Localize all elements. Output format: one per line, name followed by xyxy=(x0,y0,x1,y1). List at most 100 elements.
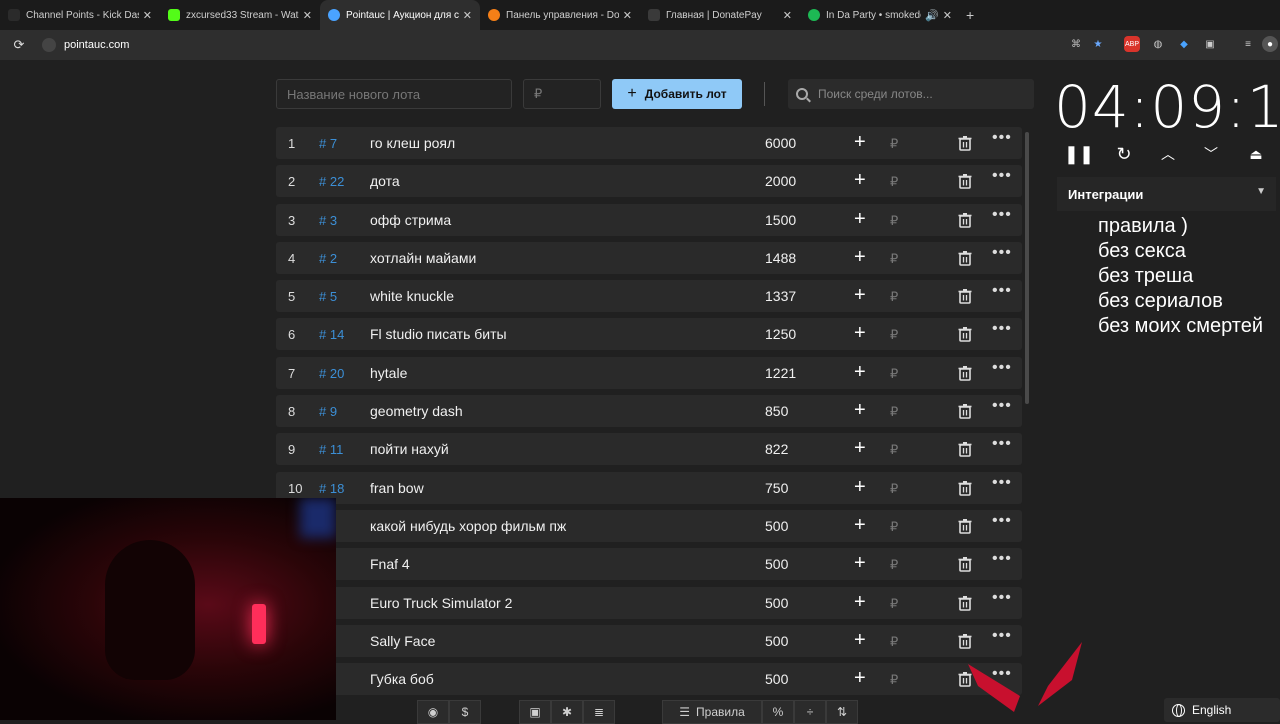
plus-icon[interactable]: + xyxy=(854,131,866,154)
lot-amount[interactable]: 500 xyxy=(765,595,788,611)
chevron-down-icon[interactable]: ﹀ xyxy=(1197,140,1225,168)
lot-amount[interactable]: 1250 xyxy=(765,326,796,342)
url-text[interactable]: pointauc.com xyxy=(64,39,129,51)
close-icon[interactable]: ✕ xyxy=(943,9,952,22)
currency-icon[interactable]: ₽ xyxy=(890,366,898,382)
lot-name[interactable]: fran bow xyxy=(370,480,424,496)
collapse-icon[interactable]: ⏏ xyxy=(1242,140,1270,168)
extension-icon[interactable]: ◆ xyxy=(1176,36,1192,52)
bug-icon[interactable]: ✱ xyxy=(551,700,583,724)
translate-icon[interactable]: ⌘ xyxy=(1068,36,1084,52)
currency-icon[interactable]: ₽ xyxy=(890,213,898,229)
plus-icon[interactable]: + xyxy=(854,667,866,690)
currency-icon[interactable]: ₽ xyxy=(890,442,898,458)
lot-search-input[interactable]: Поиск среди лотов... xyxy=(788,79,1034,109)
integrations-panel[interactable]: Интеграции ▼ xyxy=(1057,177,1276,211)
more-options-icon[interactable]: ••• xyxy=(992,512,1012,530)
currency-icon[interactable]: ₽ xyxy=(890,136,898,152)
lot-amount[interactable]: 1500 xyxy=(765,212,796,228)
lot-name[interactable]: Euro Truck Simulator 2 xyxy=(370,595,512,611)
trash-icon[interactable] xyxy=(957,326,973,343)
lot-amount[interactable]: 6000 xyxy=(765,135,796,151)
lot-amount[interactable]: 850 xyxy=(765,403,788,419)
currency-icon[interactable]: ₽ xyxy=(890,672,898,688)
lot-amount[interactable]: 500 xyxy=(765,671,788,687)
browser-tab-active[interactable]: Pointauc | Аукцион для стримера ✕ xyxy=(320,0,480,30)
close-icon[interactable]: ✕ xyxy=(303,9,312,22)
restart-icon[interactable]: ↻ xyxy=(1110,140,1138,168)
browser-tab[interactable]: Channel Points - Kick Dashboard ✕ xyxy=(0,0,160,30)
plus-icon[interactable]: + xyxy=(854,629,866,652)
currency-icon[interactable]: ₽ xyxy=(890,557,898,573)
chevron-down-icon[interactable]: ▼ xyxy=(1256,186,1266,197)
browser-tab[interactable]: zxcursed33 Stream - Watch Live ✕ xyxy=(160,0,320,30)
more-options-icon[interactable]: ••• xyxy=(992,397,1012,415)
lot-amount-input[interactable]: ₽ xyxy=(523,79,601,109)
close-icon[interactable]: ✕ xyxy=(143,9,152,22)
close-icon[interactable]: ✕ xyxy=(783,9,792,22)
plus-icon[interactable]: + xyxy=(854,399,866,422)
donate-icon[interactable]: $ xyxy=(449,700,481,724)
language-selector[interactable]: English xyxy=(1164,698,1280,722)
chevron-up-icon[interactable]: ︿ xyxy=(1154,140,1182,168)
currency-icon[interactable]: ₽ xyxy=(890,251,898,267)
currency-icon[interactable]: ₽ xyxy=(890,289,898,305)
lot-amount[interactable]: 1488 xyxy=(765,250,796,266)
lot-amount[interactable]: 822 xyxy=(765,441,788,457)
lot-name[interactable]: Fnaf 4 xyxy=(370,556,410,572)
split-icon[interactable]: ÷ xyxy=(794,700,826,724)
lot-amount[interactable]: 1221 xyxy=(765,365,796,381)
currency-icon[interactable]: ₽ xyxy=(890,174,898,190)
trash-icon[interactable] xyxy=(957,250,973,266)
site-settings-icon[interactable] xyxy=(42,38,56,52)
speaker-icon[interactable]: 🔊 xyxy=(925,9,939,22)
rules-button[interactable]: ☰ Правила xyxy=(662,700,762,724)
media-icon[interactable]: ≡ xyxy=(1240,36,1256,52)
plus-icon[interactable]: + xyxy=(854,437,866,460)
lot-amount[interactable]: 500 xyxy=(765,518,788,534)
more-options-icon[interactable]: ••• xyxy=(992,435,1012,453)
lot-amount[interactable]: 1337 xyxy=(765,288,796,304)
scrollbar[interactable] xyxy=(1025,132,1029,404)
sort-icon[interactable]: ⇅ xyxy=(826,700,858,724)
plus-icon[interactable]: + xyxy=(854,246,866,269)
lot-name[interactable]: дота xyxy=(370,173,400,189)
currency-icon[interactable]: ₽ xyxy=(890,519,898,535)
lot-name[interactable]: пойти нахуй xyxy=(370,441,449,457)
currency-icon[interactable]: ₽ xyxy=(890,596,898,612)
pause-icon[interactable]: ❚❚ xyxy=(1064,140,1094,168)
lot-name[interactable]: Губка боб xyxy=(370,671,434,687)
lot-name-input[interactable]: Название нового лота xyxy=(276,79,512,109)
plus-icon[interactable]: + xyxy=(854,591,866,614)
avatar[interactable]: ● xyxy=(1262,36,1278,52)
more-options-icon[interactable]: ••• xyxy=(992,474,1012,492)
lot-name[interactable]: го клеш роял xyxy=(370,135,455,151)
trash-icon[interactable] xyxy=(957,212,973,228)
lot-name[interactable]: Fl studio писать биты xyxy=(370,326,507,342)
plus-icon[interactable]: + xyxy=(854,208,866,231)
trash-icon[interactable] xyxy=(957,518,973,534)
trash-icon[interactable] xyxy=(957,135,973,151)
add-lot-button[interactable]: + Добавить лот xyxy=(612,79,742,109)
more-options-icon[interactable]: ••• xyxy=(992,282,1012,300)
puzzle-icon[interactable]: ▣ xyxy=(1202,36,1218,52)
more-options-icon[interactable]: ••• xyxy=(992,244,1012,262)
trash-icon[interactable] xyxy=(957,403,973,419)
more-options-icon[interactable]: ••• xyxy=(992,320,1012,338)
bookmark-star-icon[interactable]: ★ xyxy=(1090,36,1106,52)
currency-icon[interactable]: ₽ xyxy=(890,634,898,650)
browser-tab[interactable]: Главная | DonatePay ✕ xyxy=(640,0,800,30)
more-options-icon[interactable]: ••• xyxy=(992,550,1012,568)
lot-name[interactable]: хотлайн майами xyxy=(370,250,476,266)
lot-name[interactable]: Sally Face xyxy=(370,633,435,649)
lot-name[interactable]: geometry dash xyxy=(370,403,463,419)
trash-icon[interactable] xyxy=(957,173,973,190)
close-icon[interactable]: ✕ xyxy=(623,9,632,22)
plus-icon[interactable]: + xyxy=(854,476,866,499)
trash-icon[interactable] xyxy=(957,595,973,611)
lot-name[interactable]: white knuckle xyxy=(370,288,454,304)
more-options-icon[interactable]: ••• xyxy=(992,167,1012,185)
more-options-icon[interactable]: ••• xyxy=(992,206,1012,224)
plus-icon[interactable]: + xyxy=(854,361,866,384)
percent-icon[interactable]: % xyxy=(762,700,794,724)
